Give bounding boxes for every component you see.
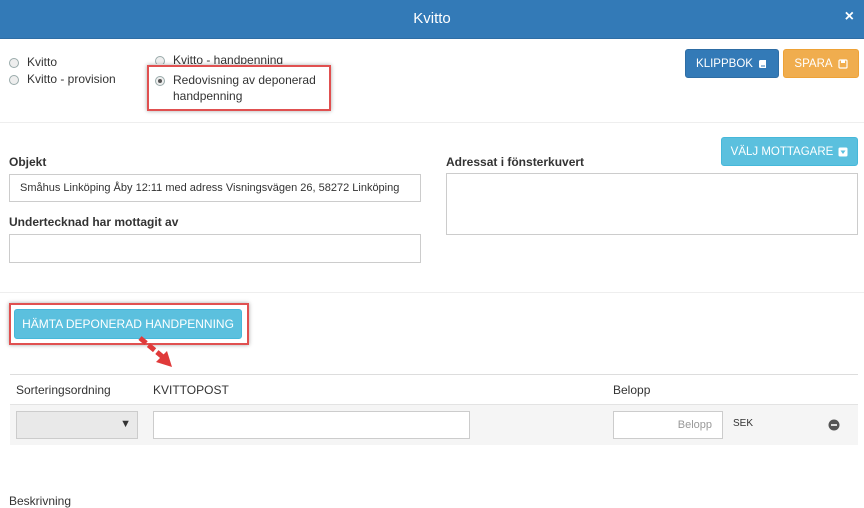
radio-label: Kvitto - provision xyxy=(27,72,116,86)
klippbok-label: KLIPPBOK xyxy=(696,57,753,70)
caret-down-icon: ▼ xyxy=(120,418,131,430)
radio-circle-icon xyxy=(155,56,165,64)
adressat-textarea[interactable] xyxy=(446,173,858,235)
beskrivning-label: Beskrivning xyxy=(9,494,72,508)
undertecknad-input[interactable] xyxy=(9,234,421,263)
radio-kvitto[interactable]: Kvitto xyxy=(9,54,57,70)
highlight-hamta xyxy=(9,303,249,345)
radio-circle-icon xyxy=(9,58,19,68)
save-icon xyxy=(837,58,848,69)
radio-label: Kvitto xyxy=(27,55,58,69)
book-icon xyxy=(758,59,766,68)
close-icon[interactable]: × xyxy=(845,8,854,26)
column-header-belopp: Belopp xyxy=(613,383,651,397)
dialog-title: Kvitto xyxy=(413,10,451,27)
objekt-input[interactable]: Småhus Linköping Åby 12:11 med adress Vi… xyxy=(9,174,421,202)
annotation-arrow-icon xyxy=(138,336,172,367)
currency-label: SEK xyxy=(733,418,754,429)
valj-mottagare-label: VÄLJ MOTTAGARE xyxy=(730,145,834,158)
spara-label: SPARA xyxy=(794,57,833,70)
grid-header: Sorteringsordning KVITTOPOST Belopp xyxy=(10,374,858,405)
undertecknad-label: Undertecknad har mottagit av xyxy=(9,215,179,229)
caret-down-square-icon xyxy=(838,147,848,156)
objekt-label: Objekt xyxy=(9,155,47,169)
radio-kvitto-provision[interactable]: Kvitto - provision xyxy=(9,71,116,87)
valj-mottagare-button[interactable]: VÄLJ MOTTAGARE xyxy=(721,137,858,166)
sort-order-select[interactable]: ▼ xyxy=(16,411,138,439)
radio-label: Kvitto - handpenning xyxy=(173,53,284,64)
klippbok-button[interactable]: KLIPPBOK xyxy=(685,49,779,78)
dialog-header: Kvitto × xyxy=(0,0,864,39)
divider xyxy=(0,122,864,123)
radio-kvitto-handpenning[interactable]: Kvitto - handpenning xyxy=(155,52,283,64)
belopp-input[interactable]: Belopp xyxy=(613,411,723,439)
column-header-kvittopost: KVITTOPOST xyxy=(153,383,229,397)
spara-button[interactable]: SPARA xyxy=(783,49,859,78)
radio-circle-icon xyxy=(9,75,19,85)
divider xyxy=(0,292,864,293)
minus-circle-icon[interactable] xyxy=(828,419,840,431)
highlight-redovisning xyxy=(147,65,331,111)
column-header-sorteringsordning: Sorteringsordning xyxy=(16,383,111,397)
adressat-label: Adressat i fönsterkuvert xyxy=(446,155,585,169)
kvittopost-input[interactable] xyxy=(153,411,470,439)
table-row: ▼ Belopp SEK xyxy=(10,404,858,445)
